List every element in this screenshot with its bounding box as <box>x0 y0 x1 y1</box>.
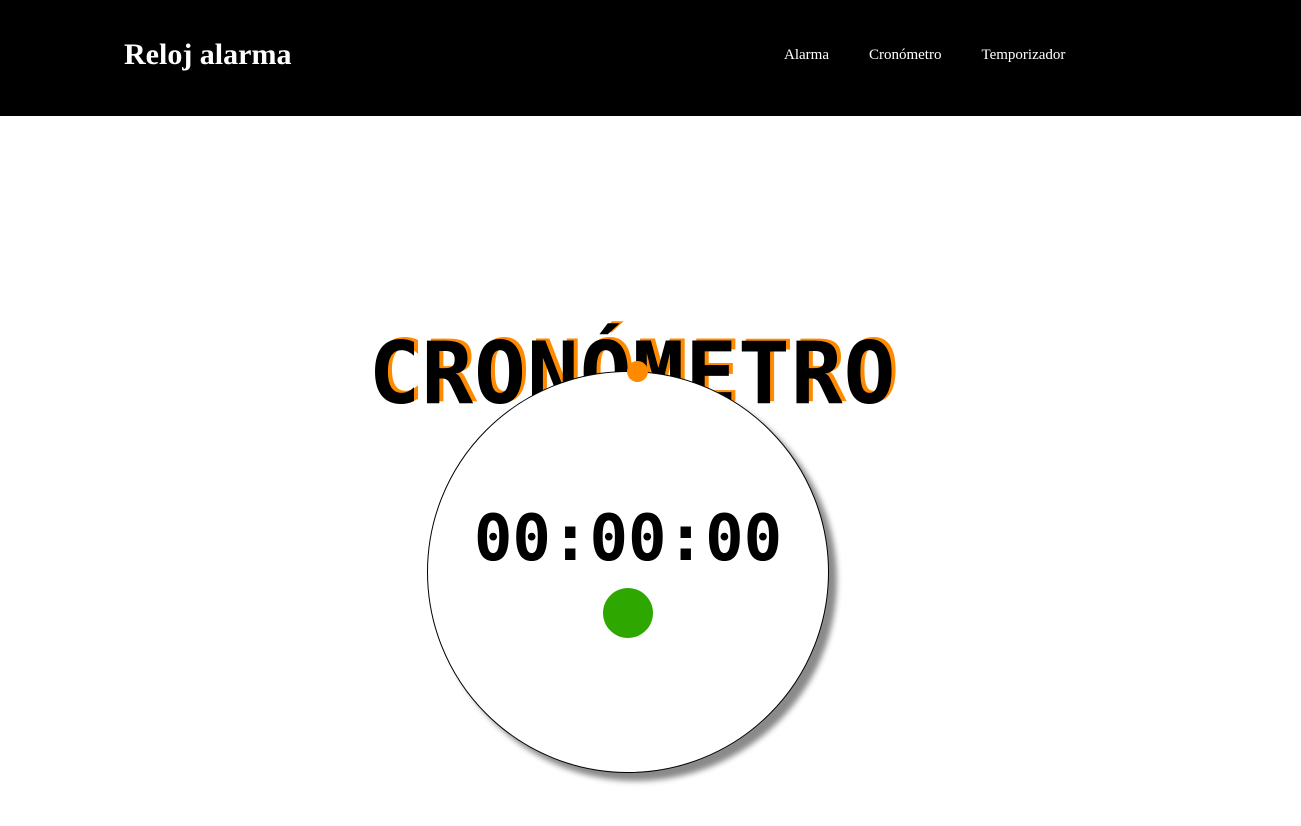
navbar: Reloj alarma Alarma Cronómetro Temporiza… <box>0 0 1301 116</box>
nav-links: Alarma Cronómetro Temporizador <box>764 45 1085 65</box>
brand-title[interactable]: Reloj alarma <box>124 36 291 74</box>
progress-dot-icon <box>627 361 648 382</box>
start-button[interactable] <box>603 588 653 638</box>
nav-link-alarma[interactable]: Alarma <box>764 45 849 65</box>
nav-link-cronometro[interactable]: Cronómetro <box>849 45 962 65</box>
time-display: 00:00:00 <box>473 502 783 576</box>
nav-link-temporizador[interactable]: Temporizador <box>961 45 1085 65</box>
